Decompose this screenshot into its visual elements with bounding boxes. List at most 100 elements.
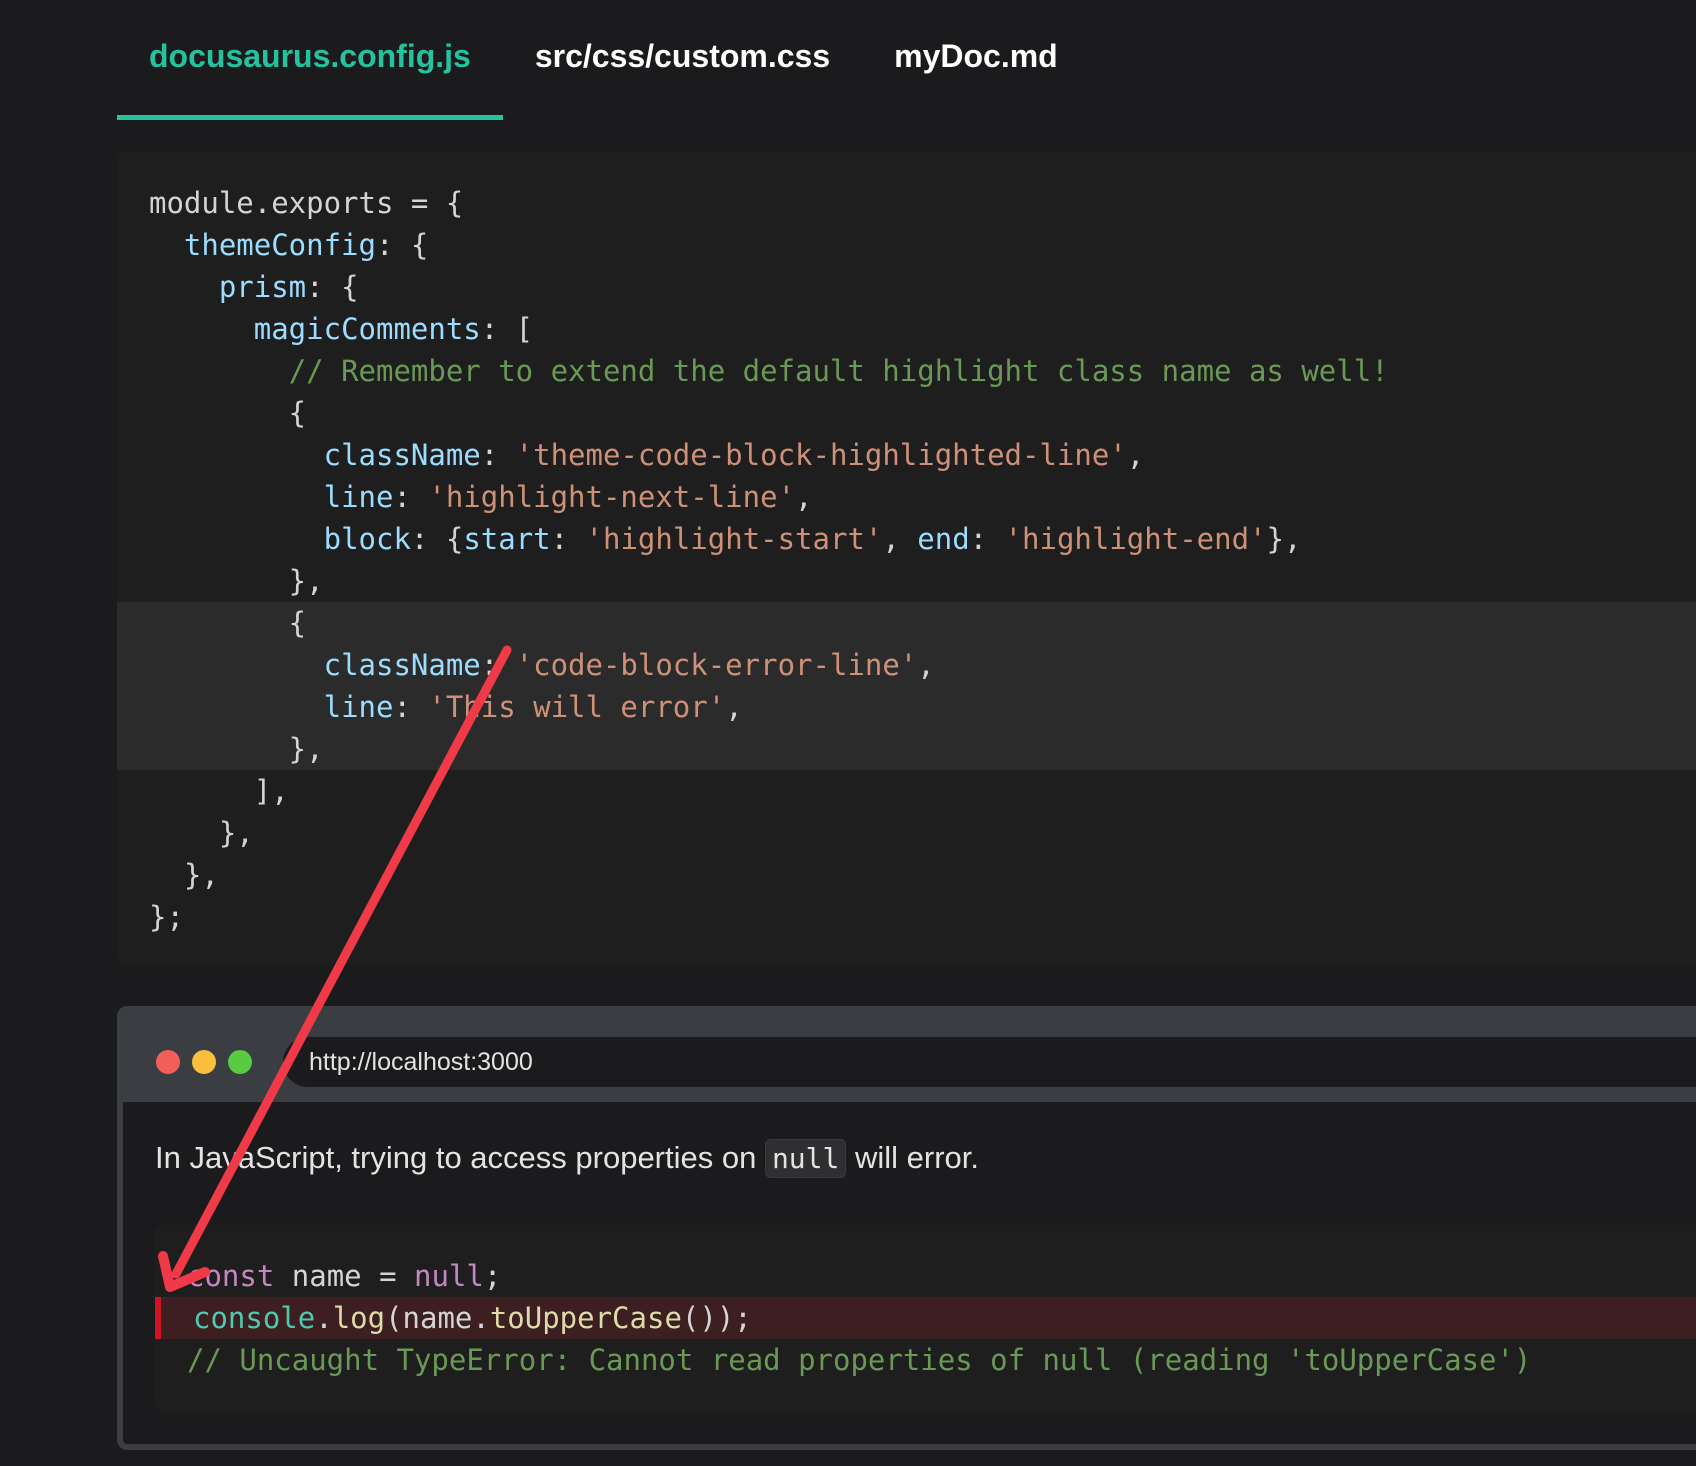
address-bar: http://localhost:3000 <box>283 1037 1696 1087</box>
demo-code: const name = null; console.log(name.toUpp… <box>155 1225 1696 1381</box>
close-dot <box>156 1050 180 1074</box>
config-code-line: className: 'code-block-error-line', <box>117 644 1696 686</box>
code-token: { <box>149 606 307 640</box>
code-token: line <box>323 480 394 514</box>
browser-header: http://localhost:3000 <box>123 1012 1696 1102</box>
code-token: , <box>917 648 935 682</box>
code-token: : { <box>375 228 429 262</box>
config-code-line: module.exports = { <box>149 182 1696 224</box>
code-token: , <box>1126 438 1145 472</box>
config-code-line: block: {start: 'highlight-start', end: '… <box>149 518 1696 560</box>
config-code-line: { <box>117 602 1696 644</box>
config-code-line: }, <box>149 854 1696 896</box>
config-code-line: prism: { <box>149 266 1696 308</box>
demo-code-block: const name = null; console.log(name.toUpp… <box>155 1225 1696 1413</box>
code-token: . <box>315 1301 333 1335</box>
code-token: null <box>414 1259 484 1293</box>
code-token: , <box>795 480 813 514</box>
code-token: : { <box>410 522 464 556</box>
config-code-block: module.exports = { themeConfig: { prism:… <box>117 152 1696 964</box>
config-code-line: }, <box>117 728 1696 770</box>
code-token: (name. <box>385 1301 490 1335</box>
code-token: 'highlight-start' <box>585 522 883 556</box>
code-token: }, <box>149 564 324 598</box>
browser-window: http://localhost:3000 In JavaScript, try… <box>117 1006 1696 1450</box>
code-token: 'code-block-error-line' <box>515 648 918 682</box>
code-token: // Remember to extend the default highli… <box>288 354 1389 388</box>
code-token: 'highlight-end' <box>1004 522 1267 556</box>
intro-paragraph: In JavaScript, trying to access properti… <box>155 1136 1696 1181</box>
code-token: : { <box>306 270 359 304</box>
intro-text-before: In JavaScript, trying to access properti… <box>155 1140 765 1175</box>
code-token: ()); <box>681 1301 752 1335</box>
code-token: : <box>480 648 516 682</box>
code-token: log <box>332 1301 386 1335</box>
file-tabs: docusaurus.config.js src/css/custom.css my… <box>117 0 1090 120</box>
demo-code-line: // Uncaught TypeError: Cannot read prope… <box>187 1339 1696 1381</box>
demo-code-line: console.log(name.toUpperCase()); <box>155 1297 1696 1339</box>
config-code-line: }; <box>149 896 1696 938</box>
code-token: : <box>393 480 429 514</box>
code-token: : [ <box>480 312 534 346</box>
maximize-dot <box>228 1050 252 1074</box>
code-token: className <box>323 438 481 472</box>
config-code-line: }, <box>149 812 1696 854</box>
code-token: : <box>393 690 429 724</box>
minimize-dot <box>192 1050 216 1074</box>
code-token: }, <box>1266 522 1302 556</box>
code-token: name = <box>274 1259 414 1293</box>
code-token: }, <box>149 732 324 766</box>
config-code-line: ], <box>149 770 1696 812</box>
code-token: prism <box>218 270 307 304</box>
config-code-line: line: 'This will error', <box>117 686 1696 728</box>
config-code-line: // Remember to extend the default highli… <box>149 350 1696 392</box>
code-token: ], <box>149 774 289 808</box>
code-token: : <box>480 438 516 472</box>
code-token: , <box>882 522 918 556</box>
inline-code-null: null <box>764 1139 847 1178</box>
code-token: : <box>550 522 586 556</box>
code-token: console <box>193 1301 316 1335</box>
code-token: // Uncaught TypeError: Cannot read prope… <box>187 1343 1532 1377</box>
code-token: 'highlight-next-line' <box>428 480 796 514</box>
config-code-line: className: 'theme-code-block-highlighted… <box>149 434 1696 476</box>
config-code: module.exports = { themeConfig: { prism:… <box>117 152 1696 938</box>
code-token: start <box>463 522 551 556</box>
demo-code-line: const name = null; <box>187 1255 1696 1297</box>
config-code-line: themeConfig: { <box>149 224 1696 266</box>
config-code-line: line: 'highlight-next-line', <box>149 476 1696 518</box>
tab-2[interactable]: src/css/custom.css <box>503 0 862 120</box>
code-token: block <box>323 522 411 556</box>
config-code-line: { <box>149 392 1696 434</box>
config-code-line: magicComments: [ <box>149 308 1696 350</box>
code-token: end <box>917 522 970 556</box>
code-token: , <box>725 690 743 724</box>
code-token: }; <box>149 900 184 934</box>
code-token: ; <box>483 1259 502 1293</box>
code-token: module.exports = { <box>149 186 464 220</box>
tab-1[interactable]: docusaurus.config.js <box>117 0 503 120</box>
code-token: : <box>969 522 1005 556</box>
code-token: toUpperCase <box>489 1301 682 1335</box>
tab-3[interactable]: myDoc.md <box>862 0 1090 120</box>
code-token: className <box>323 648 481 682</box>
code-token: line <box>323 690 394 724</box>
code-token: themeConfig <box>183 228 376 262</box>
config-code-line: }, <box>149 560 1696 602</box>
code-token: 'theme-code-block-highlighted-line' <box>515 438 1127 472</box>
intro-text-after: will error. <box>846 1140 980 1175</box>
code-token: const <box>187 1259 275 1293</box>
code-token: { <box>149 396 307 430</box>
code-token: 'This will error' <box>428 690 726 724</box>
code-token: }, <box>149 858 219 892</box>
code-token: magicComments <box>253 312 481 346</box>
